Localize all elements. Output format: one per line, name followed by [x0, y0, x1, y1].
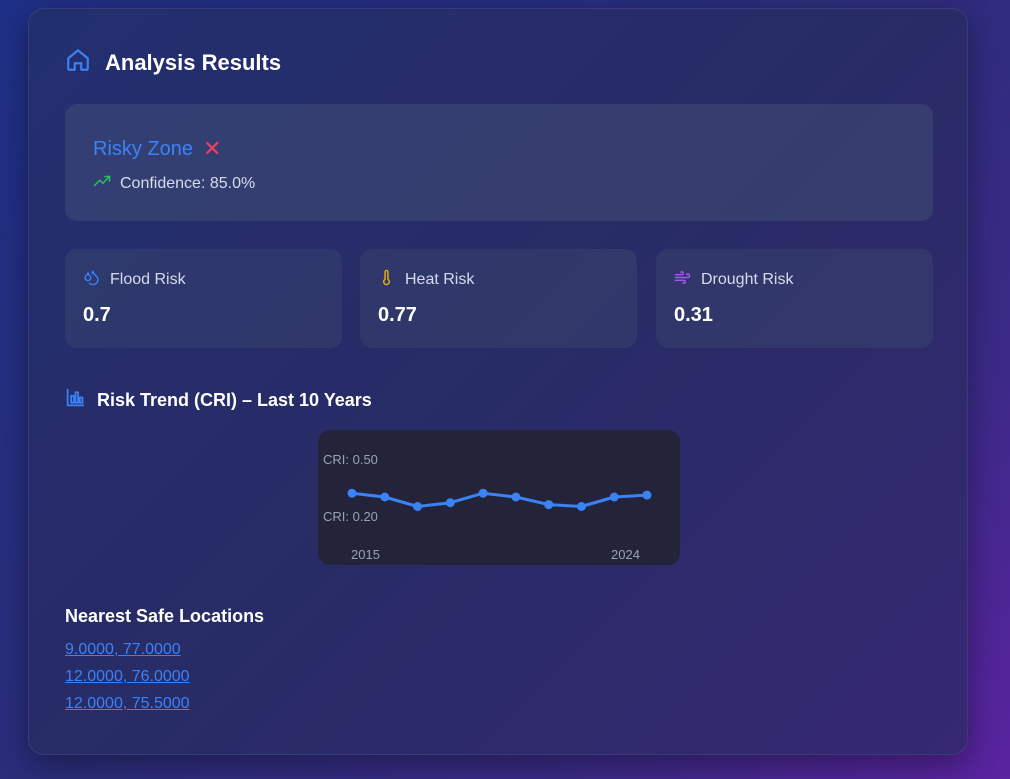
flood-risk-label: Flood Risk [110, 271, 186, 288]
home-icon [65, 47, 91, 78]
y-tick-top: CRI: 0.50 [323, 452, 378, 467]
cri-point-2016 [380, 492, 390, 502]
zone-label-row: Risky Zone ✕ [93, 136, 221, 162]
cri-point-2022 [576, 502, 586, 511]
cri-trend-chart: CRI: 0.50 CRI: 0.20 2015 2024 [318, 430, 680, 565]
drought-risk-card: Drought Risk 0.31 [656, 249, 933, 348]
cri-point-2024 [642, 490, 652, 500]
cri-point-2018 [445, 498, 455, 508]
wind-icon [674, 269, 701, 291]
safe-locations-title: Nearest Safe Locations [65, 606, 265, 626]
droplets-icon [83, 269, 110, 291]
cri-chart-svg: CRI: 0.50 CRI: 0.20 2015 2024 [323, 452, 652, 562]
analysis-results-card: Analysis Results Risky Zone ✕ Confidence… [28, 8, 968, 755]
zone-label: Risky Zone [93, 137, 194, 160]
x-tick-end: 2024 [611, 547, 640, 562]
y-tick-bottom: CRI: 0.20 [323, 509, 378, 524]
confidence-row: Confidence: 85.0% [93, 174, 255, 193]
safe-location-link[interactable]: 9.0000, 77.0000 [65, 641, 190, 668]
cri-point-2023 [609, 492, 619, 502]
flood-risk-value: 0.7 [83, 304, 111, 326]
cri-point-2021 [544, 500, 554, 510]
trend-title-text: Risk Trend (CRI) – Last 10 Years [97, 389, 372, 410]
trend-section-title: Risk Trend (CRI) – Last 10 Years [65, 387, 372, 413]
cri-point-2019 [478, 488, 488, 498]
bar-chart-icon [65, 387, 97, 413]
drought-risk-value: 0.31 [674, 304, 713, 326]
page-title: Analysis Results [105, 49, 282, 75]
status-x-icon: ✕ [203, 136, 222, 161]
thermometer-icon [378, 269, 405, 291]
safe-location-link[interactable]: 12.0000, 75.5000 [65, 695, 190, 722]
card-header: Analysis Results [65, 47, 281, 78]
confidence-text: Confidence: 85.0% [120, 174, 256, 192]
trending-up-icon [93, 174, 120, 193]
zone-status-panel: Risky Zone ✕ Confidence: 85.0% [65, 104, 933, 221]
cri-series-line [351, 491, 648, 508]
heat-risk-value: 0.77 [378, 304, 417, 326]
cri-point-2020 [511, 492, 521, 502]
heat-risk-card: Heat Risk 0.77 [360, 249, 637, 348]
flood-risk-card: Flood Risk 0.7 [65, 249, 342, 348]
drought-risk-label: Drought Risk [701, 271, 794, 288]
heat-risk-label: Heat Risk [405, 271, 475, 288]
safe-locations-list: 9.0000, 77.0000 12.0000, 76.0000 12.0000… [65, 641, 190, 722]
cri-point-2015 [347, 488, 357, 498]
safe-location-link[interactable]: 12.0000, 76.0000 [65, 668, 190, 695]
cri-point-2017 [413, 502, 423, 511]
x-tick-start: 2015 [351, 547, 380, 562]
